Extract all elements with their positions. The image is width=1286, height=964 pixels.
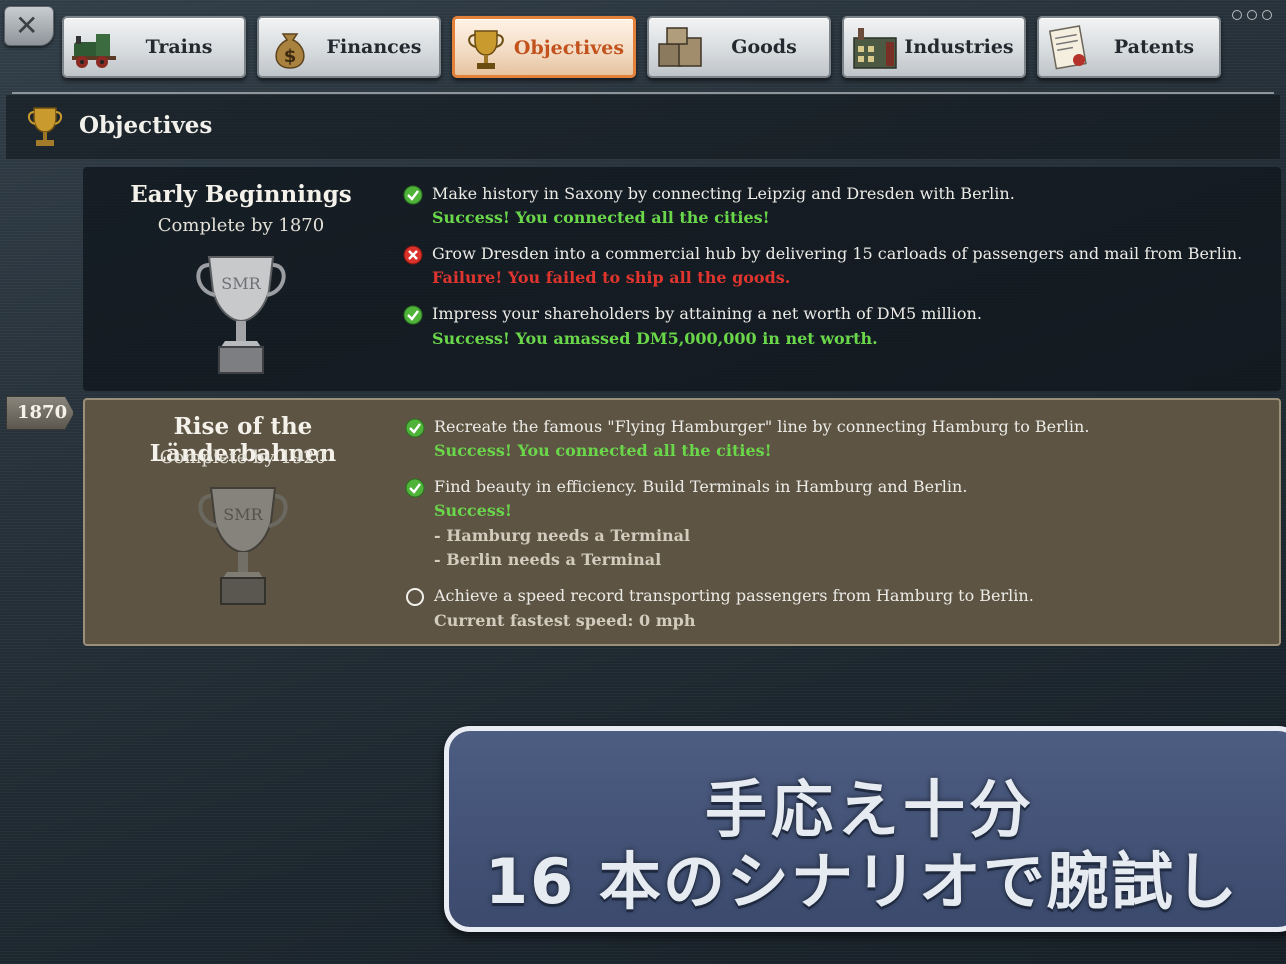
check-icon (403, 305, 423, 325)
tab-trains-label: Trains (145, 36, 213, 58)
tab-trains[interactable]: Trains (62, 16, 246, 78)
year-marker: 1870 (6, 396, 74, 430)
scenario-deadline: Complete by 1870 (157, 215, 325, 236)
objective-result: Failure! You failed to ship all the good… (432, 268, 791, 287)
svg-text:$: $ (284, 46, 297, 67)
tab-patents[interactable]: Patents (1037, 16, 1221, 78)
objective-text: Find beauty in efficiency. Build Termina… (434, 477, 968, 496)
objective-result: Success! You amassed DM5,000,000 in net … (432, 329, 878, 348)
trophy-icon (27, 107, 63, 146)
svg-text:SMR: SMR (221, 274, 261, 293)
close-button[interactable]: ✕ (4, 6, 54, 46)
factory-icon (853, 28, 897, 69)
objective-text: Make history in Saxony by connecting Lei… (432, 184, 1015, 203)
divider (12, 92, 1274, 94)
objective-text: Impress your shareholders by attaining a… (432, 304, 982, 323)
tab-finances-label: Finances (326, 36, 422, 58)
patent-document-icon (1048, 25, 1087, 70)
objective-text: Achieve a speed record transporting pass… (434, 586, 1034, 605)
tab-objectives[interactable]: Objectives (452, 16, 636, 78)
scenario-deadline: Complete by 1920 (159, 447, 327, 468)
silver-cup-icon: SMR (198, 487, 288, 605)
trophy-icon (468, 30, 504, 69)
objective-result: Success! (434, 501, 512, 520)
check-icon (405, 478, 425, 498)
promo-line-2: 16 本のシナリオで腕試し (485, 845, 1239, 918)
check-icon (405, 418, 425, 438)
page-title: Objectives (79, 112, 213, 139)
crates-icon (658, 27, 702, 67)
svg-text:SMR: SMR (223, 505, 263, 524)
objective-text: Grow Dresden into a commercial hub by de… (432, 244, 1243, 263)
objective-note: Current fastest speed: 0 mph (434, 611, 696, 630)
close-icon: ✕ (15, 9, 39, 42)
scenario-card-early-beginnings: Early Beginnings Complete by 1870 SMR Ma… (83, 167, 1281, 391)
objective-note: - Berlin needs a Terminal (434, 550, 662, 569)
tab-patents-label: Patents (1113, 36, 1195, 58)
locomotive-icon (72, 34, 116, 68)
pending-circle-icon (406, 588, 424, 606)
tab-industries[interactable]: Industries (842, 16, 1026, 78)
tab-goods[interactable]: Goods (647, 16, 831, 78)
objective-result: Success! You connected all the cities! (432, 208, 770, 227)
check-icon (403, 185, 423, 205)
silver-cup-icon: SMR (196, 256, 286, 374)
scenario-card-rise-of-the-landerbahnen[interactable]: Rise of the Länderbahnen Complete by 192… (83, 398, 1281, 646)
objective-note: - Hamburg needs a Terminal (434, 526, 691, 545)
tab-objectives-label: Objectives (513, 37, 625, 59)
objective-text: Recreate the famous "Flying Hamburger" l… (434, 417, 1090, 436)
promo-banner: 手応え十分 16 本のシナリオで腕試し (444, 726, 1286, 932)
tab-goods-label: Goods (731, 36, 797, 58)
tab-bar: Trains $ Finances Objectives Goods Indus… (62, 16, 1221, 78)
cross-icon (403, 245, 423, 265)
tab-finances[interactable]: $ Finances (257, 16, 441, 78)
objective-result: Success! You connected all the cities! (434, 441, 772, 460)
window-menu-dots[interactable] (1232, 10, 1272, 20)
money-bag-icon: $ (275, 33, 305, 69)
scenario-title: Early Beginnings (130, 181, 352, 208)
tab-industries-label: Industries (904, 36, 1014, 58)
